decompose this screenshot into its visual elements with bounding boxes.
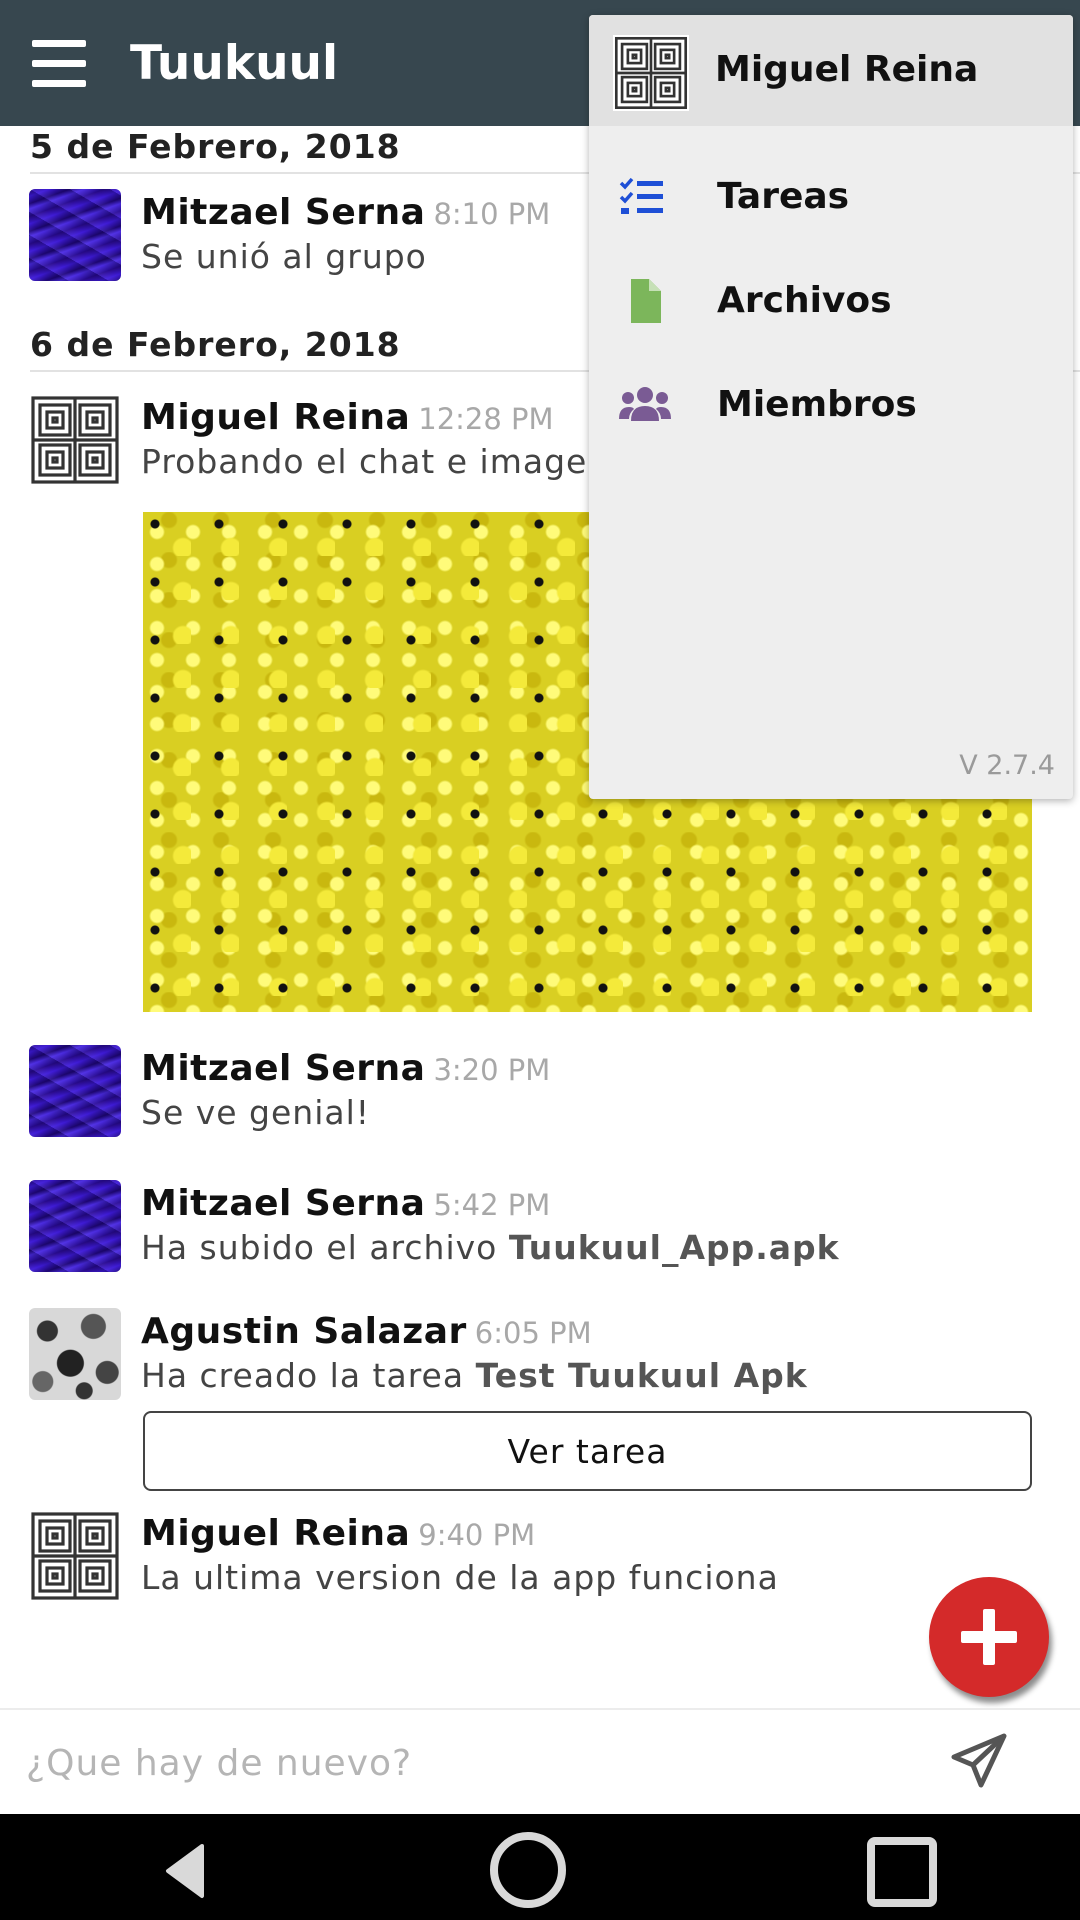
message-time: 9:40 PM [418, 1518, 536, 1552]
sender-name: Mitzael Serna [141, 1048, 426, 1089]
app-title: Tuukuul [130, 36, 339, 91]
sender-name: Miguel Reina [141, 1513, 411, 1554]
message-text: Ha creado la tarea Test Tuukuul Apk [141, 1353, 808, 1399]
menu-item-tareas[interactable]: Tareas [589, 149, 1073, 245]
message-input[interactable] [26, 1730, 906, 1796]
message-text: Se unió al grupo [141, 237, 427, 276]
avatar[interactable] [29, 1308, 121, 1400]
add-button[interactable] [929, 1577, 1049, 1697]
message-time: 5:42 PM [433, 1188, 551, 1222]
back-icon[interactable] [160, 1842, 210, 1900]
sender-name: Miguel Reina [141, 397, 411, 438]
app-version: V 2.7.4 [959, 750, 1055, 781]
menu-item-label: Miembros [717, 384, 917, 425]
menu-item-label: Tareas [717, 176, 850, 217]
message-composer [0, 1708, 1080, 1814]
avatar[interactable] [29, 1045, 121, 1137]
avatar[interactable] [29, 394, 121, 486]
avatar[interactable] [29, 1180, 121, 1272]
menu-item-label: Archivos [717, 280, 892, 321]
date-label: 5 de Febrero, 2018 [30, 127, 401, 166]
system-nav-bar [0, 1814, 1080, 1920]
sender-name: Mitzael Serna [141, 1183, 426, 1224]
file-name-link[interactable]: Tuukuul_App.apk [509, 1228, 840, 1267]
sender-name: Mitzael Serna [141, 192, 426, 233]
message-text-plain: Ha creado la tarea [141, 1356, 476, 1395]
message-time: 6:05 PM [474, 1316, 592, 1350]
message-time: 3:20 PM [433, 1053, 551, 1087]
message-time: 8:10 PM [433, 197, 551, 231]
date-label: 6 de Febrero, 2018 [30, 325, 401, 364]
menu-user-name: Miguel Reina [715, 49, 979, 90]
menu-item-miembros[interactable]: Miembros [589, 357, 1073, 453]
task-list-icon [619, 175, 667, 219]
file-icon [619, 279, 667, 323]
avatar [611, 33, 691, 113]
message-text: La ultima version de la app funciona [141, 1558, 779, 1597]
message-text: Se ve genial! [141, 1093, 371, 1132]
message-text: Probando el chat e imagenes [141, 442, 649, 481]
message-text: Ha subido el archivo Tuukuul_App.apk [141, 1225, 840, 1271]
message-time: 12:28 PM [418, 402, 554, 436]
avatar[interactable] [29, 189, 121, 281]
users-icon [619, 383, 671, 427]
hamburger-menu-icon[interactable] [32, 40, 86, 88]
send-icon[interactable] [948, 1730, 1010, 1792]
avatar[interactable] [29, 1510, 121, 1602]
sender-name: Agustin Salazar [141, 1311, 467, 1352]
view-task-button[interactable]: Ver tarea [143, 1411, 1032, 1491]
task-name: Test Tuukuul Apk [475, 1356, 808, 1395]
recents-icon[interactable] [866, 1836, 938, 1908]
overflow-menu: Miguel Reina Tareas Archivos Miembros V … [589, 15, 1073, 799]
menu-item-archivos[interactable]: Archivos [589, 253, 1073, 349]
home-icon[interactable] [488, 1830, 568, 1910]
menu-header[interactable]: Miguel Reina [589, 15, 1073, 126]
message-text-plain: Ha subido el archivo [141, 1228, 509, 1267]
